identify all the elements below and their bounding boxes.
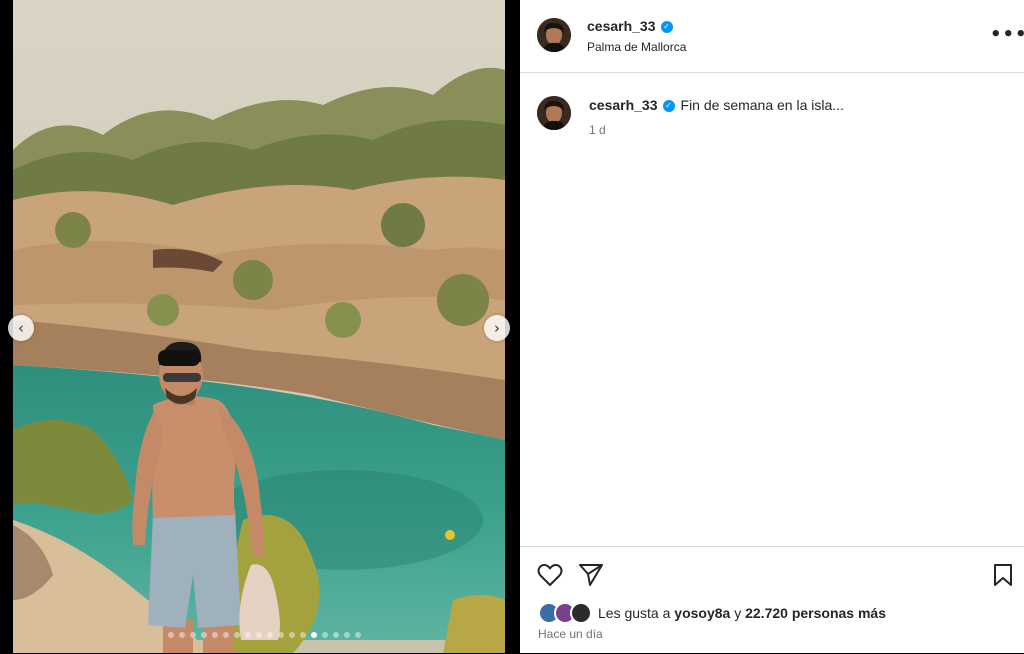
carousel-dot: [256, 632, 262, 638]
carousel-dot: [344, 632, 350, 638]
more-options-icon[interactable]: •••: [990, 24, 1024, 45]
carousel-dot: [311, 632, 317, 638]
author-username-text[interactable]: cesarh_33: [587, 18, 656, 34]
liker-username[interactable]: yosoy8a: [674, 605, 730, 621]
carousel-dot: [333, 632, 339, 638]
post-header: cesarh_33 ✓ Palma de Mallorca •••: [520, 0, 1024, 73]
likes-summary: Les gusta a yosoy8a y 22.720 personas má…: [538, 602, 886, 624]
carousel-dot: [289, 632, 295, 638]
likes-prefix: Les gusta a: [598, 605, 671, 621]
carousel-dot: [278, 632, 284, 638]
post-photo[interactable]: [13, 0, 505, 653]
carousel-dot: [267, 632, 273, 638]
post-details-panel: cesarh_33 ✓ Palma de Mallorca ••• cesarh_…: [520, 0, 1024, 653]
carousel-dot: [190, 632, 196, 638]
author-username[interactable]: cesarh_33 ✓: [587, 18, 673, 34]
next-slide-button[interactable]: ›: [484, 315, 510, 341]
media-panel: ‹ ›: [0, 0, 520, 653]
carousel-dot: [201, 632, 207, 638]
caption-text: Fin de semana en la isla...: [680, 97, 844, 113]
carousel-dot: [168, 632, 174, 638]
caption-time[interactable]: 1 d: [589, 123, 606, 137]
carousel-dot: [223, 632, 229, 638]
carousel-indicator: [168, 632, 361, 638]
carousel-dot: [322, 632, 328, 638]
bookmark-icon[interactable]: [992, 563, 1014, 592]
avatar-image: [537, 18, 571, 52]
post-actions: Les gusta a yosoy8a y 22.720 personas má…: [520, 546, 1024, 654]
verified-badge-icon: ✓: [662, 100, 675, 113]
likes-connector: y: [734, 605, 742, 621]
carousel-dot: [234, 632, 240, 638]
send-icon[interactable]: [578, 563, 604, 592]
post-location[interactable]: Palma de Mallorca: [587, 40, 686, 54]
previous-slide-button[interactable]: ‹: [8, 315, 34, 341]
carousel-dot: [355, 632, 361, 638]
author-avatar[interactable]: [537, 18, 571, 52]
avatar-image: [537, 96, 571, 130]
carousel-dot: [212, 632, 218, 638]
likes-count[interactable]: 22.720 personas más: [745, 605, 886, 621]
post-timestamp[interactable]: Hace un día: [538, 627, 603, 641]
carousel-dot: [245, 632, 251, 638]
carousel-dot: [179, 632, 185, 638]
carousel-dot: [300, 632, 306, 638]
heart-icon[interactable]: [537, 563, 563, 592]
photo-illustration: [13, 0, 505, 653]
caption-username[interactable]: cesarh_33: [589, 97, 658, 113]
caption-author-avatar[interactable]: [537, 96, 571, 130]
verified-badge-icon: ✓: [660, 21, 673, 34]
liker-avatar[interactable]: [570, 602, 592, 624]
likes-text: Les gusta a yosoy8a y 22.720 personas má…: [598, 605, 886, 621]
caption: cesarh_33 ✓ Fin de semana en la isla...: [589, 97, 844, 113]
